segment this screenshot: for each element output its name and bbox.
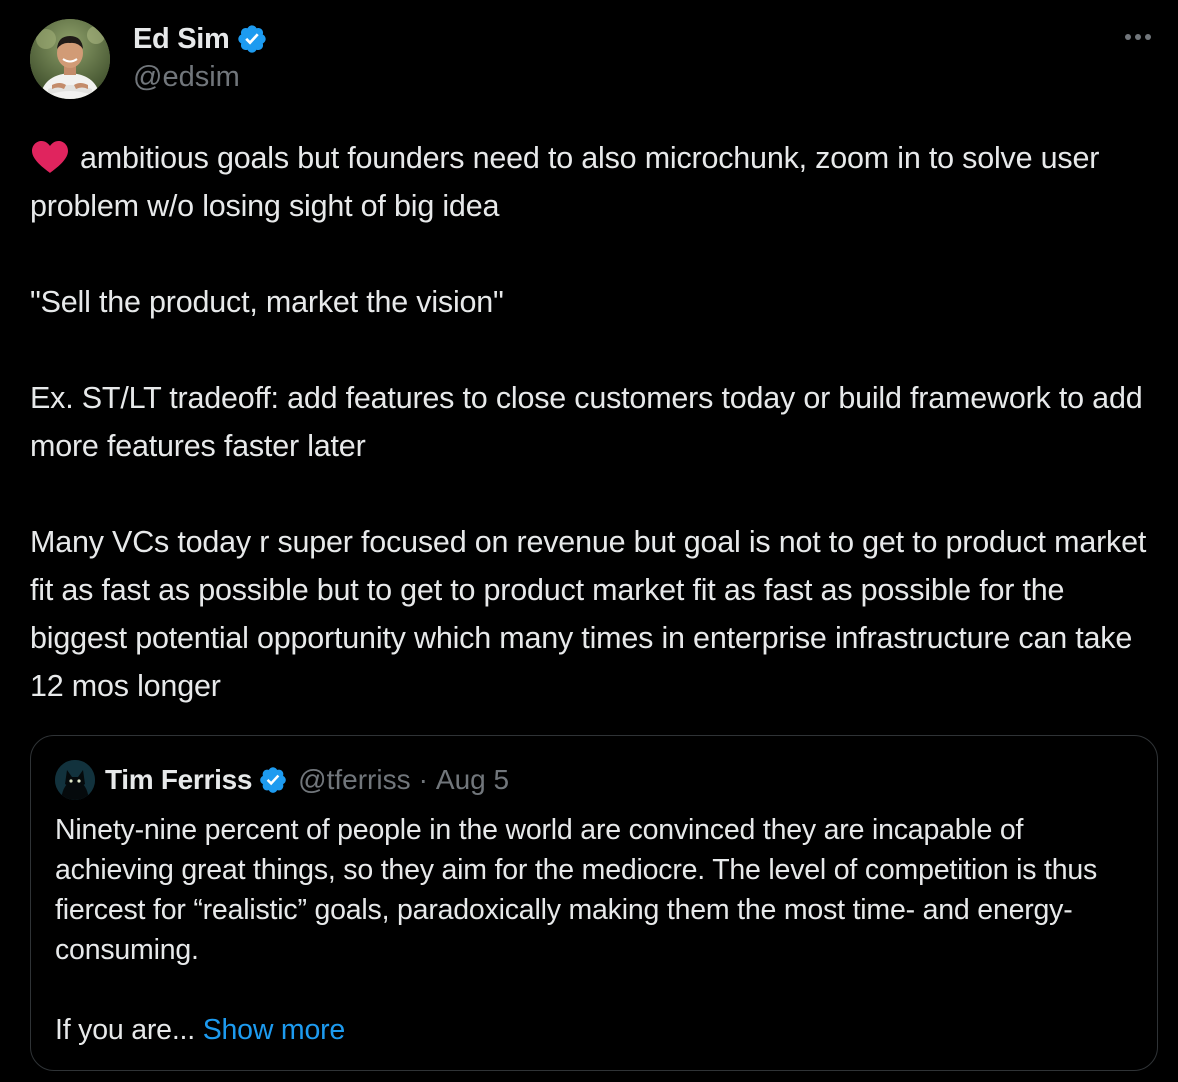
more-options-button[interactable] [1118, 22, 1158, 52]
quoted-author-name[interactable]: Tim Ferriss [105, 764, 252, 796]
author-name-row: Ed Sim [133, 18, 268, 60]
red-heart-icon [30, 140, 70, 174]
show-more-link[interactable]: Show more [203, 1014, 346, 1046]
tweet-paragraph: ambitious goals but founders need to als… [30, 134, 1160, 230]
author-name[interactable]: Ed Sim [133, 23, 230, 56]
more-horizontal-icon-dot [1135, 34, 1141, 40]
avatar-photo-icon [30, 19, 110, 99]
quoted-tweet-truncated-text: If you are... [55, 1014, 195, 1046]
quoted-tweet-text: Ninety-nine percent of people in the wor… [55, 810, 1145, 1050]
tweet-paragraph: "Sell the product, market the vision" [30, 285, 504, 319]
quoted-tweet-header: Tim Ferriss @tferriss · Aug 5 [55, 760, 509, 800]
quoted-tweet-card[interactable]: Tim Ferriss @tferriss · Aug 5 Ninety-nin… [30, 735, 1158, 1071]
tweet: Ed Sim @edsim ambitious goals but founde… [0, 0, 1178, 1082]
cat-avatar-icon [55, 760, 95, 800]
tweet-paragraph: Many VCs today r super focused on revenu… [30, 525, 1147, 703]
header-separator: · [418, 764, 428, 795]
verified-badge-icon [236, 23, 268, 55]
more-horizontal-icon-dot [1145, 34, 1151, 40]
quoted-author-avatar[interactable] [55, 760, 95, 800]
quoted-tweet-date[interactable]: Aug 5 [436, 764, 509, 796]
author-avatar[interactable] [30, 19, 110, 99]
quoted-author-handle[interactable]: @tferriss [298, 764, 410, 796]
author-handle[interactable]: @edsim [133, 61, 240, 94]
tweet-paragraph-text: ambitious goals but founders need to als… [30, 141, 1100, 223]
verified-badge-icon [258, 765, 288, 795]
tweet-text: ambitious goals but founders need to als… [30, 134, 1160, 710]
tweet-paragraph: Ex. ST/LT tradeoff: add features to clos… [30, 381, 1143, 463]
more-horizontal-icon [1125, 34, 1131, 40]
quoted-tweet-paragraph: Ninety-nine percent of people in the wor… [55, 814, 1098, 966]
quoted-tweet-truncated-line: If you are... Show more [55, 1010, 1145, 1050]
